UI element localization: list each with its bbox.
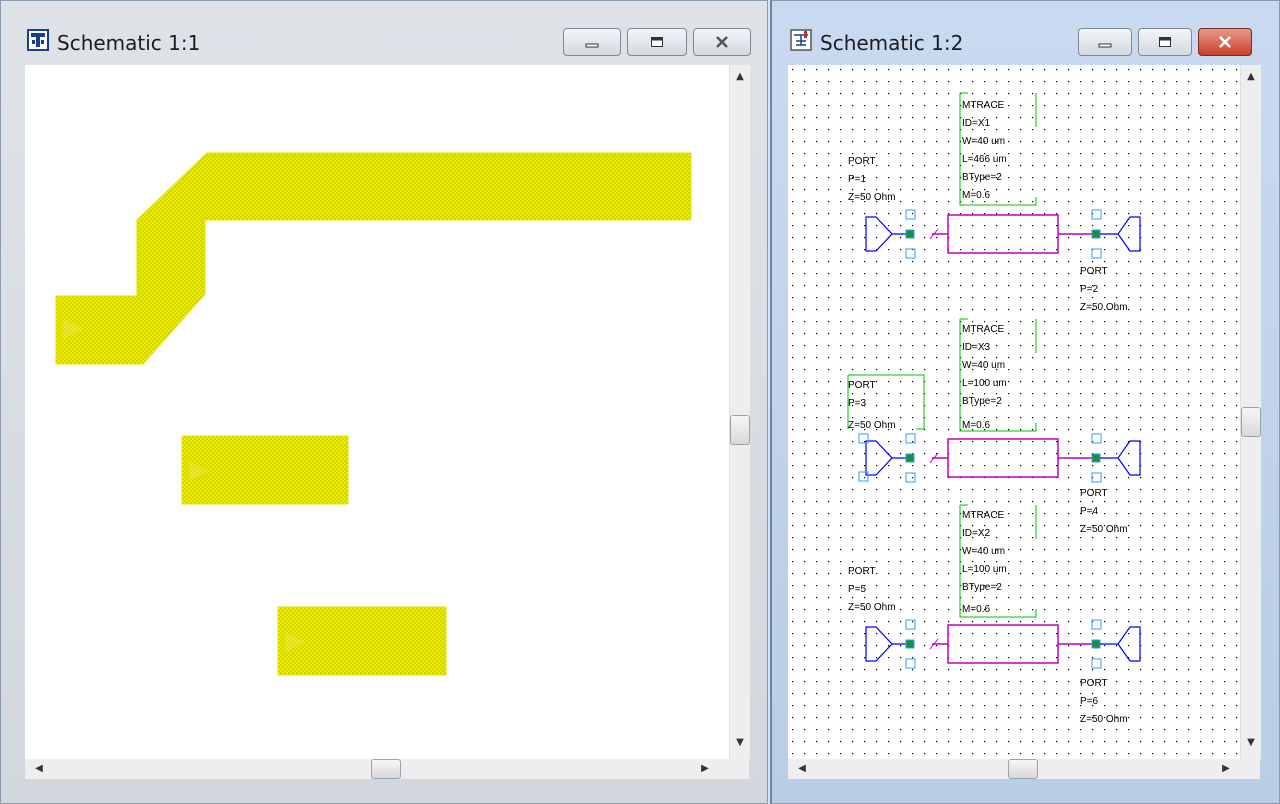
schematic-layout-icon [27, 29, 49, 51]
layout-canvas[interactable] [25, 65, 749, 759]
resize-grip-icon[interactable] [729, 759, 749, 779]
schematic-window: Schematic 1:2 MTRACE ID=X1 W=40 um L=466… [770, 0, 1280, 804]
port-number: P=1 [848, 174, 867, 185]
minimize-button[interactable] [1078, 28, 1132, 56]
port-impedance: Z=50 Ohm [1080, 524, 1128, 535]
port-number: P=3 [848, 398, 867, 409]
port-name: PORT [848, 566, 876, 577]
mtrace-btype: BType=2 [962, 396, 1002, 407]
horizontal-scrollbar[interactable]: ◀ ▶ [25, 759, 729, 779]
mtrace-name: MTRACE [962, 100, 1005, 111]
port-name: PORT [1080, 678, 1108, 689]
schematic-diagram-icon [790, 29, 812, 51]
mtrace-btype: BType=2 [962, 172, 1002, 183]
vertical-scrollbar[interactable]: ▲ ▼ [729, 65, 750, 759]
vertical-scroll-thumb[interactable] [730, 415, 750, 445]
mtrace-length: L=100 um [962, 378, 1007, 389]
maximize-icon [1158, 33, 1172, 52]
mtrace-length: L=100 um [962, 564, 1007, 575]
minimize-icon [585, 33, 599, 52]
minimize-icon [1098, 33, 1112, 52]
horizontal-scroll-thumb[interactable] [1008, 759, 1038, 779]
scroll-right-icon[interactable]: ▶ [695, 759, 715, 779]
port-impedance: Z=50 Ohm [1080, 302, 1128, 313]
scroll-down-icon[interactable]: ▼ [1241, 733, 1261, 753]
maximize-button[interactable] [1138, 28, 1192, 56]
mtrace-btype: BType=2 [962, 582, 1002, 593]
close-button[interactable] [693, 28, 751, 56]
window-title: Schematic 1:1 [57, 31, 201, 55]
maximize-button[interactable] [627, 28, 687, 56]
mtrace-width: W=40 um [962, 136, 1005, 147]
close-icon [1217, 33, 1233, 52]
vertical-scroll-thumb[interactable] [1241, 407, 1261, 437]
mtrace-id: ID=X3 [962, 342, 991, 353]
title-bar[interactable]: Schematic 1:1 [1, 1, 767, 65]
close-button[interactable] [1198, 28, 1252, 56]
port-number: P=6 [1080, 696, 1099, 707]
scroll-down-icon[interactable]: ▼ [730, 733, 750, 753]
minimize-button[interactable] [563, 28, 621, 56]
window-title: Schematic 1:2 [820, 31, 964, 55]
scroll-up-icon[interactable]: ▲ [730, 67, 750, 87]
layout-trace-1[interactable] [55, 152, 692, 365]
mtrace-id: ID=X1 [962, 118, 991, 129]
mtrace-m: M=0.6 [962, 190, 991, 201]
close-icon [714, 33, 730, 52]
mtrace-length: L=466 um [962, 154, 1007, 165]
port-impedance: Z=50 Ohm [848, 420, 896, 431]
port-name: PORT [1080, 266, 1108, 277]
vertical-scrollbar[interactable]: ▲ ▼ [1240, 65, 1261, 759]
mtrace-width: W=40 um [962, 546, 1005, 557]
horizontal-scrollbar[interactable]: ◀ ▶ [788, 759, 1240, 779]
port-name: PORT [1080, 488, 1108, 499]
mtrace-m: M=0.6 [962, 604, 991, 615]
port-number: P=5 [848, 584, 867, 595]
mtrace-width: W=40 um [962, 360, 1005, 371]
scroll-left-icon[interactable]: ◀ [792, 759, 812, 779]
mtrace-m: M=0.6 [962, 420, 991, 431]
port-name: PORT [848, 380, 876, 391]
mtrace-name: MTRACE [962, 510, 1005, 521]
port-impedance: Z=50 Ohm [848, 602, 896, 613]
layout-trace-3[interactable] [277, 606, 447, 676]
scroll-right-icon[interactable]: ▶ [1216, 759, 1236, 779]
grid [788, 65, 1240, 759]
port-name: PORT [848, 156, 876, 167]
mtrace-id: ID=X2 [962, 528, 991, 539]
layout-window: Schematic 1:1 ▲ ▼ ◀ ▶ [0, 0, 768, 804]
port-number: P=2 [1080, 284, 1099, 295]
port-impedance: Z=50 Ohm [1080, 714, 1128, 725]
maximize-icon [650, 33, 664, 52]
horizontal-scroll-thumb[interactable] [371, 759, 401, 779]
scroll-up-icon[interactable]: ▲ [1241, 67, 1261, 87]
port-impedance: Z=50 Ohm [848, 192, 896, 203]
port-number: P=4 [1080, 506, 1099, 517]
mtrace-name: MTRACE [962, 324, 1005, 335]
scroll-left-icon[interactable]: ◀ [29, 759, 49, 779]
resize-grip-icon[interactable] [1240, 759, 1260, 779]
schematic-canvas[interactable]: MTRACE ID=X1 W=40 um L=466 um BType=2 M=… [788, 65, 1260, 759]
title-bar[interactable]: Schematic 1:2 [772, 1, 1279, 65]
